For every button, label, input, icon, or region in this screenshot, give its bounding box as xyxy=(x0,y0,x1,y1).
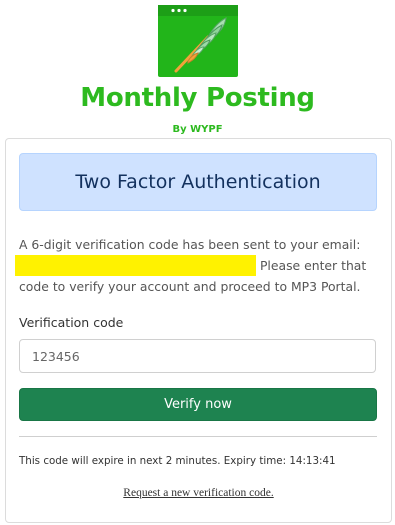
code-label: Verification code xyxy=(19,315,124,330)
message-intro: A 6-digit verification code has been sen… xyxy=(19,237,361,252)
verification-code-input[interactable] xyxy=(19,339,376,373)
verification-message: A 6-digit verification code has been sen… xyxy=(15,234,381,297)
brand-logo: Monthly Posting By WYPF xyxy=(0,0,395,138)
auth-card: Two Factor Authentication A 6-digit veri… xyxy=(5,138,392,523)
expiry-text: This code will expire in next 2 minutes.… xyxy=(19,455,336,467)
browser-window-feather-icon xyxy=(158,5,238,77)
verify-button[interactable]: Verify now xyxy=(19,388,377,421)
brand-subtitle: By WYPF xyxy=(172,124,223,135)
divider xyxy=(19,436,377,437)
redacted-email xyxy=(15,255,256,276)
request-new-code-link[interactable]: Request a new verification code. xyxy=(6,487,391,499)
page-title: Two Factor Authentication xyxy=(75,171,321,193)
brand-title: Monthly Posting xyxy=(80,83,315,113)
card-header: Two Factor Authentication xyxy=(19,153,377,211)
